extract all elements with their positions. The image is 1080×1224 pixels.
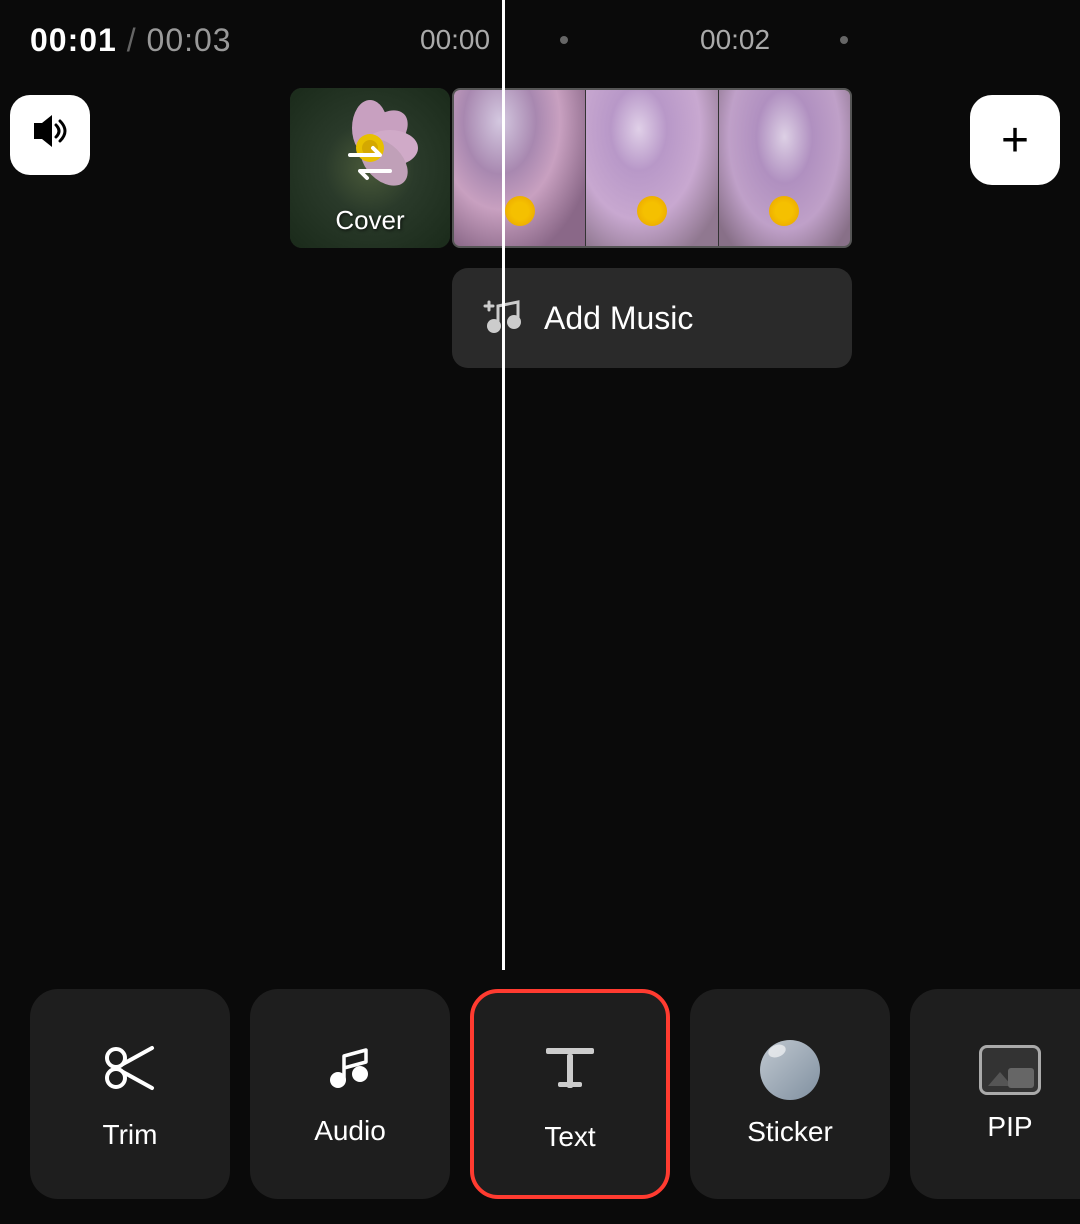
text-tool[interactable]: Text: [470, 989, 670, 1199]
add-music-label: Add Music: [544, 300, 693, 337]
cover-label: Cover: [335, 205, 404, 236]
scissors-icon: [100, 1038, 160, 1103]
timeline-dot-right: [840, 36, 848, 44]
time-display: 00:01 / 00:03: [30, 22, 232, 59]
volume-button[interactable]: [10, 95, 90, 175]
time-marker-02: 00:02: [700, 24, 770, 56]
video-frame-3: [719, 90, 850, 246]
video-strip[interactable]: [452, 88, 852, 248]
total-time: 00:03: [147, 22, 232, 58]
add-clip-button[interactable]: +: [970, 95, 1060, 185]
add-music-button[interactable]: Add Music: [452, 268, 852, 368]
sticker-label: Sticker: [747, 1116, 833, 1148]
current-time: 00:01: [30, 22, 117, 58]
time-marker-00: 00:00: [420, 24, 490, 56]
trim-tool[interactable]: Trim: [30, 989, 230, 1199]
pip-icon: [979, 1045, 1041, 1095]
playhead[interactable]: [502, 0, 505, 970]
bottom-toolbar: Trim Audio Text: [0, 964, 1080, 1224]
cover-thumbnail[interactable]: Cover: [290, 88, 450, 248]
pip-tool[interactable]: PIP: [910, 989, 1080, 1199]
text-icon: [538, 1036, 602, 1105]
plus-icon: +: [1001, 113, 1029, 168]
timeline-dot-left: [560, 36, 568, 44]
time-separator: /: [127, 22, 147, 58]
audio-label: Audio: [314, 1115, 386, 1147]
text-label: Text: [544, 1121, 595, 1153]
sticker-tool[interactable]: Sticker: [690, 989, 890, 1199]
timeline-header: 00:01 / 00:03 00:00 00:02: [0, 0, 1080, 80]
video-frame-2: [586, 90, 718, 246]
video-frame-1: [454, 90, 586, 246]
trim-label: Trim: [103, 1119, 158, 1151]
cover-swap-icon: [345, 143, 395, 193]
music-note-icon: [324, 1042, 376, 1099]
audio-tool[interactable]: Audio: [250, 989, 450, 1199]
volume-icon: [28, 109, 72, 161]
sticker-icon: [760, 1040, 820, 1100]
pip-label: PIP: [987, 1111, 1032, 1143]
